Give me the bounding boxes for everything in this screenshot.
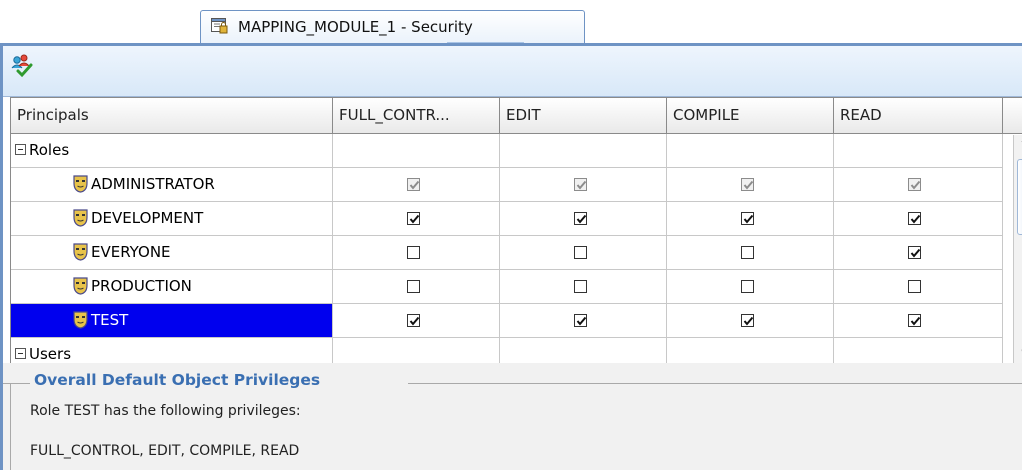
role-row[interactable]: PRODUCTION xyxy=(11,270,1003,304)
principal-cell[interactable]: DEVELOPMENT xyxy=(11,202,333,236)
toolbar xyxy=(3,46,1022,97)
compile-checkbox[interactable] xyxy=(741,212,754,225)
privilege-cell xyxy=(333,304,500,338)
role-label: TEST xyxy=(91,311,129,329)
privilege-cell xyxy=(667,202,834,236)
column-header-principals[interactable]: Principals xyxy=(11,98,333,134)
privilege-cell xyxy=(667,270,834,304)
privilege-cell xyxy=(834,202,1003,236)
group-border xyxy=(3,383,30,384)
read-checkbox[interactable] xyxy=(908,246,921,259)
privilege-cell xyxy=(834,236,1003,270)
edit-checkbox[interactable] xyxy=(574,212,587,225)
privilege-cell xyxy=(500,134,667,168)
principals-grid: Principals FULL_CONTR... EDIT COMPILE RE… xyxy=(10,97,1022,372)
compile-checkbox xyxy=(741,178,754,191)
group-label: Users xyxy=(29,345,72,363)
full-control-checkbox[interactable] xyxy=(407,212,420,225)
group-border xyxy=(10,383,11,470)
group-label: Roles xyxy=(29,141,70,159)
privilege-cell xyxy=(500,270,667,304)
privilege-cell xyxy=(500,304,667,338)
privilege-cell xyxy=(333,202,500,236)
privileges-list: FULL_CONTROL, EDIT, COMPILE, READ xyxy=(30,443,300,459)
column-header-compile[interactable]: COMPILE xyxy=(667,98,834,134)
edit-checkbox[interactable] xyxy=(574,246,587,259)
privilege-cell xyxy=(333,168,500,202)
full-control-checkbox[interactable] xyxy=(407,314,420,327)
privileges-description: Role TEST has the following privileges: xyxy=(30,403,301,419)
privilege-cell xyxy=(667,236,834,270)
edit-checkbox[interactable] xyxy=(574,314,587,327)
role-mask-icon xyxy=(73,243,88,261)
manage-principals-icon[interactable] xyxy=(9,54,37,80)
column-header-edit[interactable]: EDIT xyxy=(500,98,667,134)
group-border xyxy=(408,383,1022,384)
privilege-cell xyxy=(834,304,1003,338)
full-control-checkbox[interactable] xyxy=(407,246,420,259)
privilege-cell xyxy=(834,168,1003,202)
edit-checkbox xyxy=(574,178,587,191)
privilege-cell xyxy=(834,134,1003,168)
tab-security[interactable]: MAPPING_MODULE_1 - Security xyxy=(200,10,585,45)
privilege-cell xyxy=(667,134,834,168)
collapse-minus-icon[interactable] xyxy=(15,348,26,359)
full-control-checkbox xyxy=(407,178,420,191)
tab-title: MAPPING_MODULE_1 - Security xyxy=(238,18,473,36)
compile-checkbox[interactable] xyxy=(741,280,754,293)
role-label: PRODUCTION xyxy=(91,277,192,295)
privilege-cell xyxy=(500,168,667,202)
role-label: ADMINISTRATOR xyxy=(91,175,215,193)
column-header-full-control[interactable]: FULL_CONTR... xyxy=(333,98,500,134)
principal-cell[interactable]: EVERYONE xyxy=(11,236,333,270)
privilege-cell xyxy=(667,304,834,338)
edit-checkbox[interactable] xyxy=(574,280,587,293)
role-label: DEVELOPMENT xyxy=(91,209,204,227)
vertical-scrollbar[interactable]: ^ ∨ xyxy=(1013,135,1022,363)
privilege-cell xyxy=(500,236,667,270)
role-row[interactable]: DEVELOPMENT xyxy=(11,202,1003,236)
role-mask-icon xyxy=(73,209,88,227)
role-label: EVERYONE xyxy=(91,243,171,261)
compile-checkbox[interactable] xyxy=(741,246,754,259)
privilege-cell xyxy=(333,236,500,270)
scrollbar-thumb[interactable] xyxy=(1017,159,1022,235)
privilege-cell xyxy=(667,168,834,202)
principal-cell[interactable]: ADMINISTRATOR xyxy=(11,168,333,202)
role-row[interactable]: TEST xyxy=(11,304,1003,338)
role-row[interactable]: EVERYONE xyxy=(11,236,1003,270)
read-checkbox[interactable] xyxy=(908,314,921,327)
principal-cell[interactable]: PRODUCTION xyxy=(11,270,333,304)
principal-cell[interactable]: Roles xyxy=(11,134,333,168)
privilege-cell xyxy=(500,202,667,236)
read-checkbox[interactable] xyxy=(908,280,921,293)
role-mask-icon xyxy=(73,277,88,295)
role-mask-icon xyxy=(73,311,88,329)
group-row[interactable]: Roles xyxy=(11,134,1003,168)
privilege-cell xyxy=(333,134,500,168)
role-row[interactable]: ADMINISTRATOR xyxy=(11,168,1003,202)
role-mask-icon xyxy=(73,175,88,193)
column-header-filler xyxy=(1003,98,1022,134)
read-checkbox xyxy=(908,178,921,191)
compile-checkbox[interactable] xyxy=(741,314,754,327)
principal-cell[interactable]: TEST xyxy=(11,304,333,338)
security-document-icon xyxy=(211,18,228,34)
privilege-cell xyxy=(333,270,500,304)
collapse-minus-icon[interactable] xyxy=(15,144,26,155)
full-control-checkbox[interactable] xyxy=(407,280,420,293)
privilege-cell xyxy=(834,270,1003,304)
column-header-read[interactable]: READ xyxy=(834,98,1003,134)
privileges-title: Overall Default Object Privileges xyxy=(34,371,321,389)
read-checkbox[interactable] xyxy=(908,212,921,225)
